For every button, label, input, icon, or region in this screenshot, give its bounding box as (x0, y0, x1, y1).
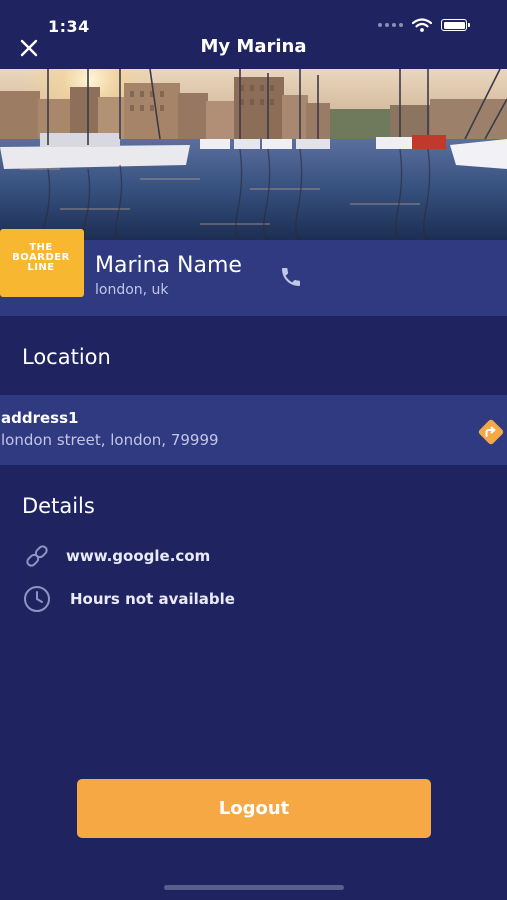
hours-text: Hours not available (70, 590, 235, 608)
link-icon (26, 545, 48, 567)
logout-button[interactable]: Logout (77, 779, 431, 838)
marina-logo: THE BOARDER LINE (0, 229, 84, 297)
hours-row: Hours not available (22, 584, 235, 614)
address-row[interactable]: address1 london street, london, 79999 (0, 395, 507, 465)
directions-icon (478, 419, 504, 445)
home-indicator[interactable] (164, 885, 344, 890)
phone-button[interactable] (279, 265, 303, 289)
clock-icon (24, 586, 50, 612)
website-row[interactable]: www.google.com (22, 541, 210, 571)
location-section-title: Location (22, 345, 111, 369)
directions-button[interactable] (476, 417, 506, 447)
nav-bar: My Marina (0, 25, 507, 69)
marina-photo (0, 69, 507, 240)
address-line: london street, london, 79999 (1, 431, 219, 449)
address-name: address1 (1, 409, 79, 427)
details-section-title: Details (22, 494, 95, 518)
phone-icon (282, 268, 300, 286)
marina-header: THE BOARDER LINE Marina Name london, uk (0, 229, 507, 316)
marina-name: Marina Name (95, 253, 242, 278)
website-link[interactable]: www.google.com (66, 547, 210, 565)
marina-location: london, uk (95, 282, 169, 298)
marina-logo-text: THE BOARDER LINE (12, 242, 70, 273)
page-title: My Marina (200, 36, 307, 57)
